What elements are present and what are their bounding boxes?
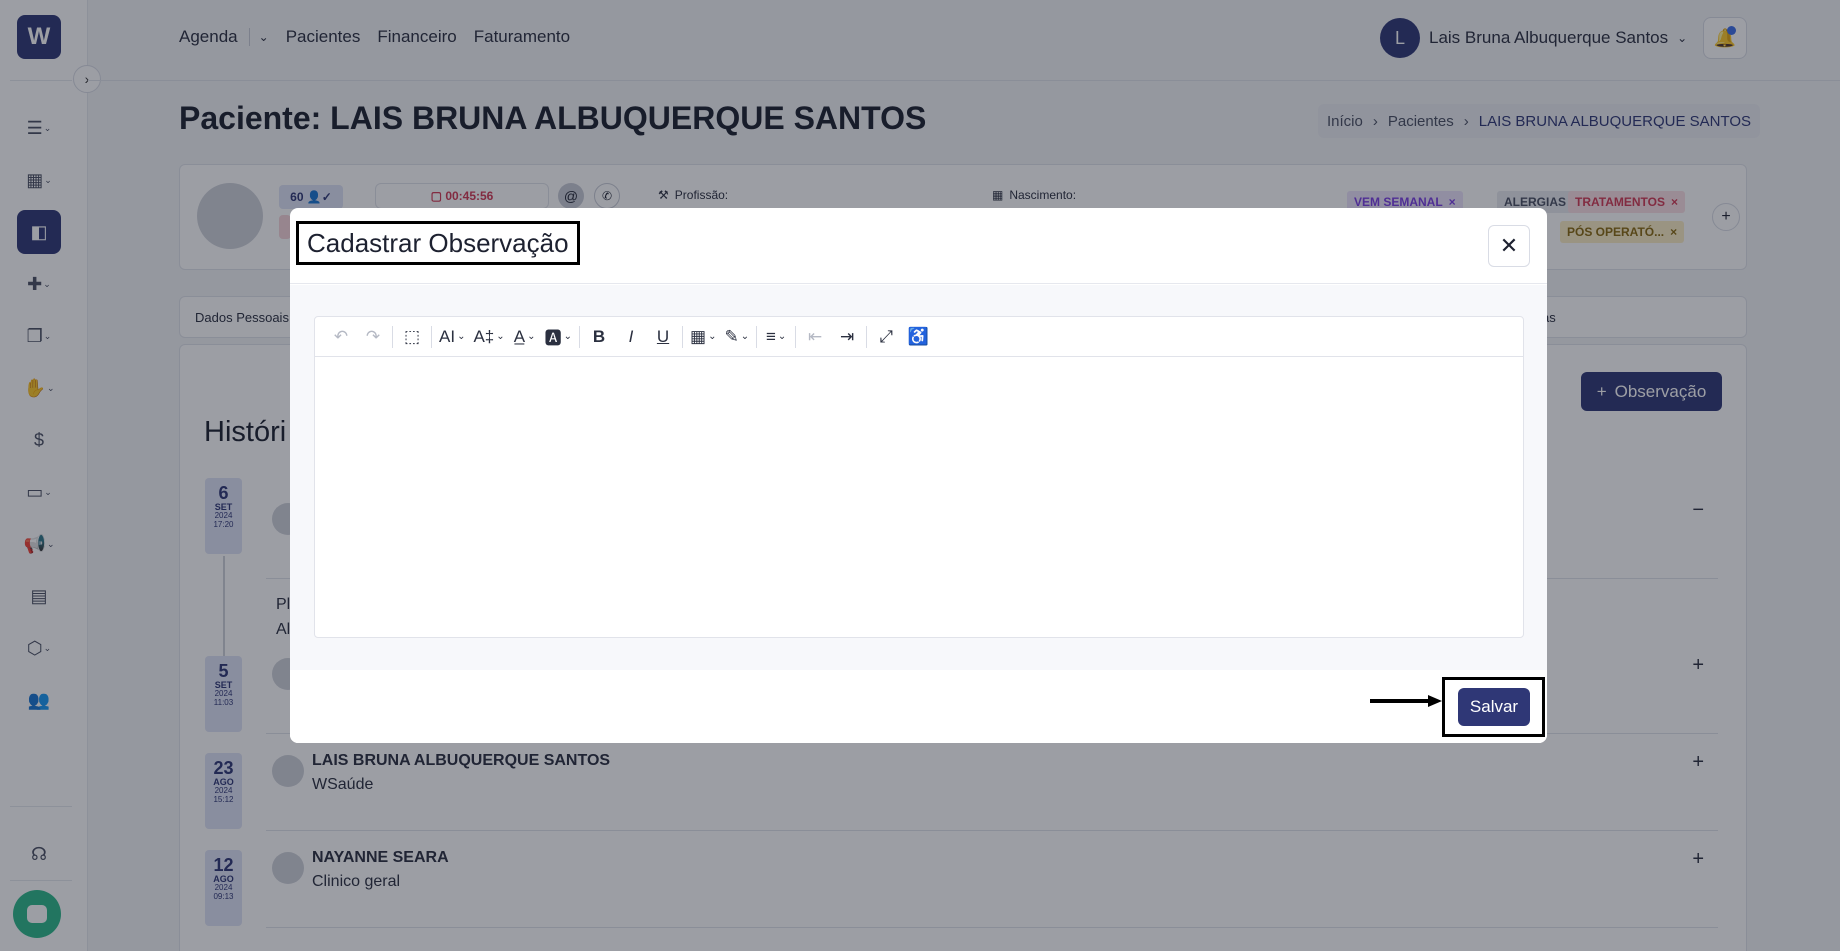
modal-header: Cadastrar Observação ✕ — [290, 208, 1547, 284]
toolbar-separator — [795, 325, 797, 348]
editor-content-area[interactable] — [315, 358, 1523, 637]
outdent-icon[interactable]: ⇤ — [799, 317, 831, 357]
font-family-icon[interactable]: A‡ ⌄ — [469, 317, 508, 357]
fullscreen-icon[interactable]: ⤢ — [870, 317, 902, 357]
chevron-down-icon: ⌄ — [708, 331, 717, 342]
chevron-down-icon: ⌄ — [457, 331, 466, 342]
align-icon[interactable]: ≡ ⌄ — [760, 317, 792, 357]
toolbar-separator — [392, 325, 393, 348]
italic-icon[interactable]: I — [615, 317, 647, 357]
toolbar-separator — [756, 325, 758, 348]
underline-icon[interactable]: U — [647, 317, 679, 357]
select-all-icon[interactable]: ⬚ — [396, 317, 428, 357]
close-icon[interactable]: ✕ — [1488, 225, 1530, 267]
font-size-icon[interactable]: AI ⌄ — [435, 317, 469, 357]
bold-icon[interactable]: B — [583, 317, 615, 357]
arrow-right-icon — [1370, 695, 1442, 707]
chevron-down-icon: ⌄ — [777, 331, 787, 342]
modal-title: Cadastrar Observação — [296, 221, 580, 265]
background-color-icon[interactable]: 🅰 ⌄ — [541, 317, 576, 357]
modal-footer: Salvar — [290, 670, 1547, 743]
chevron-down-icon: ⌄ — [496, 331, 505, 342]
toolbar-separator — [866, 325, 868, 348]
font-color-icon[interactable]: A̲ ⌄ — [509, 317, 541, 357]
table-icon[interactable]: ▦ ⌄ — [686, 317, 720, 357]
chevron-down-icon: ⌄ — [740, 331, 750, 342]
redo-icon[interactable]: ↷ — [357, 317, 389, 357]
save-button[interactable]: Salvar — [1458, 688, 1530, 726]
highlight-icon[interactable]: ✎ ⌄ — [720, 317, 753, 357]
toolbar-separator — [431, 325, 432, 348]
editor-toolbar: ↶ ↷ ⬚ AI ⌄ A‡ ⌄ A̲ ⌄ 🅰 ⌄ B I U ▦ ⌄ ✎ ⌄ ≡ ⌄ ⇤ ⇥ ⤢ ♿ — [315, 317, 1523, 357]
chevron-down-icon: ⌄ — [563, 331, 573, 342]
indent-icon[interactable]: ⇥ — [831, 317, 863, 357]
undo-icon[interactable]: ↶ — [325, 317, 357, 357]
rich-text-editor: ↶ ↷ ⬚ AI ⌄ A‡ ⌄ A̲ ⌄ 🅰 ⌄ B I U ▦ ⌄ ✎ ⌄ ≡ ⌄ ⇤ ⇥ ⤢ ♿ — [314, 316, 1524, 638]
chevron-down-icon: ⌄ — [527, 331, 536, 342]
toolbar-separator — [579, 325, 581, 348]
toolbar-separator — [682, 325, 684, 348]
modal-body: ↶ ↷ ⬚ AI ⌄ A‡ ⌄ A̲ ⌄ 🅰 ⌄ B I U ▦ ⌄ ✎ ⌄ ≡ ⌄ ⇤ ⇥ ⤢ ♿ — [290, 285, 1547, 670]
accessibility-icon[interactable]: ♿ — [902, 317, 934, 357]
add-observation-modal: Cadastrar Observação ✕ ↶ ↷ ⬚ AI ⌄ A‡ ⌄ A̲ ⌄ 🅰 ⌄ B I U… — [290, 208, 1547, 743]
